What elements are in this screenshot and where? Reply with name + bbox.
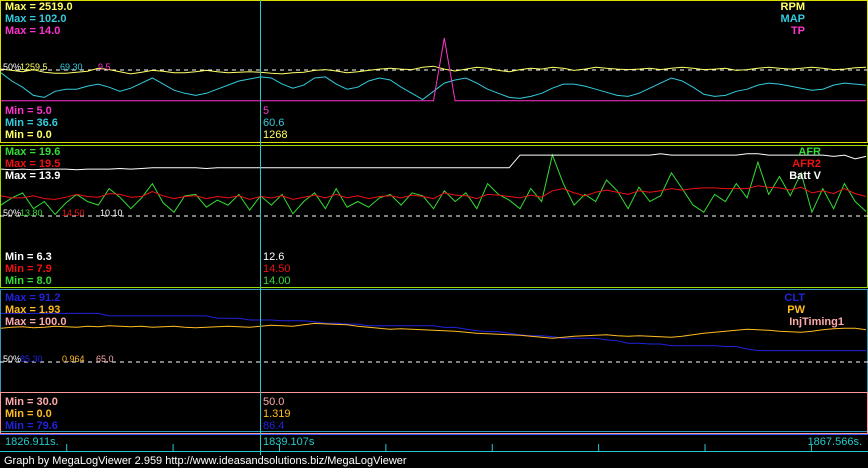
rpm-min-label: Min = 0.0: [5, 129, 52, 141]
tp-mid-value: 9.5: [98, 62, 111, 72]
clt-min-label: Min = 79.6: [5, 420, 58, 432]
clt-mid-value: 85.30: [20, 354, 43, 364]
time-cursor-label: 1839.107s: [263, 436, 315, 448]
rpm-cursor-value: 1268: [263, 129, 288, 141]
batt-mid-value: 10.10: [100, 208, 123, 218]
injtiming-legend[interactable]: InjTiming1: [789, 316, 844, 329]
panel1-midline-label: 50%: [3, 62, 22, 72]
footer-bar: Graph by MegaLogViewer 2.959 http://www.…: [0, 455, 868, 468]
injtiming-mid-value: 65.0: [96, 354, 114, 364]
map-mid-value: 69.30: [60, 62, 83, 72]
graph-canvas[interactable]: [0, 0, 868, 455]
pw-mid-value: 0.964: [62, 354, 85, 364]
panel2-midline-label: 50%: [3, 208, 22, 218]
tp-legend[interactable]: TP: [791, 25, 805, 38]
batt-max-label: Max = 13.9: [5, 170, 61, 182]
time-start-label: 1826.911s.: [5, 436, 59, 448]
clt-cursor-value: 86.4: [263, 420, 285, 432]
injtiming-max-label: Max = 100.0: [5, 316, 67, 328]
tp-max-label: Max = 14.0: [5, 25, 61, 37]
panel3-midline-label: 50%: [3, 354, 22, 364]
batt-legend[interactable]: Batt V: [789, 170, 821, 183]
time-end-label: 1867.566s.: [807, 436, 862, 448]
graph-background: [0, 0, 868, 455]
rpm-mid-value: 1259.5: [20, 62, 48, 72]
afr-min-label: Min = 8.0: [5, 275, 52, 287]
afr2-mid-value: 14.50: [62, 208, 85, 218]
afr-mid-value: 13.80: [20, 208, 43, 218]
footer-credit: Graph by MegaLogViewer 2.959 http://www.…: [4, 455, 407, 467]
afr-cursor-value: 14.00: [263, 275, 291, 287]
megalogviewer-graph[interactable]: Max = 2519.0 Max = 102.0 Max = 14.0 RPM …: [0, 0, 868, 468]
